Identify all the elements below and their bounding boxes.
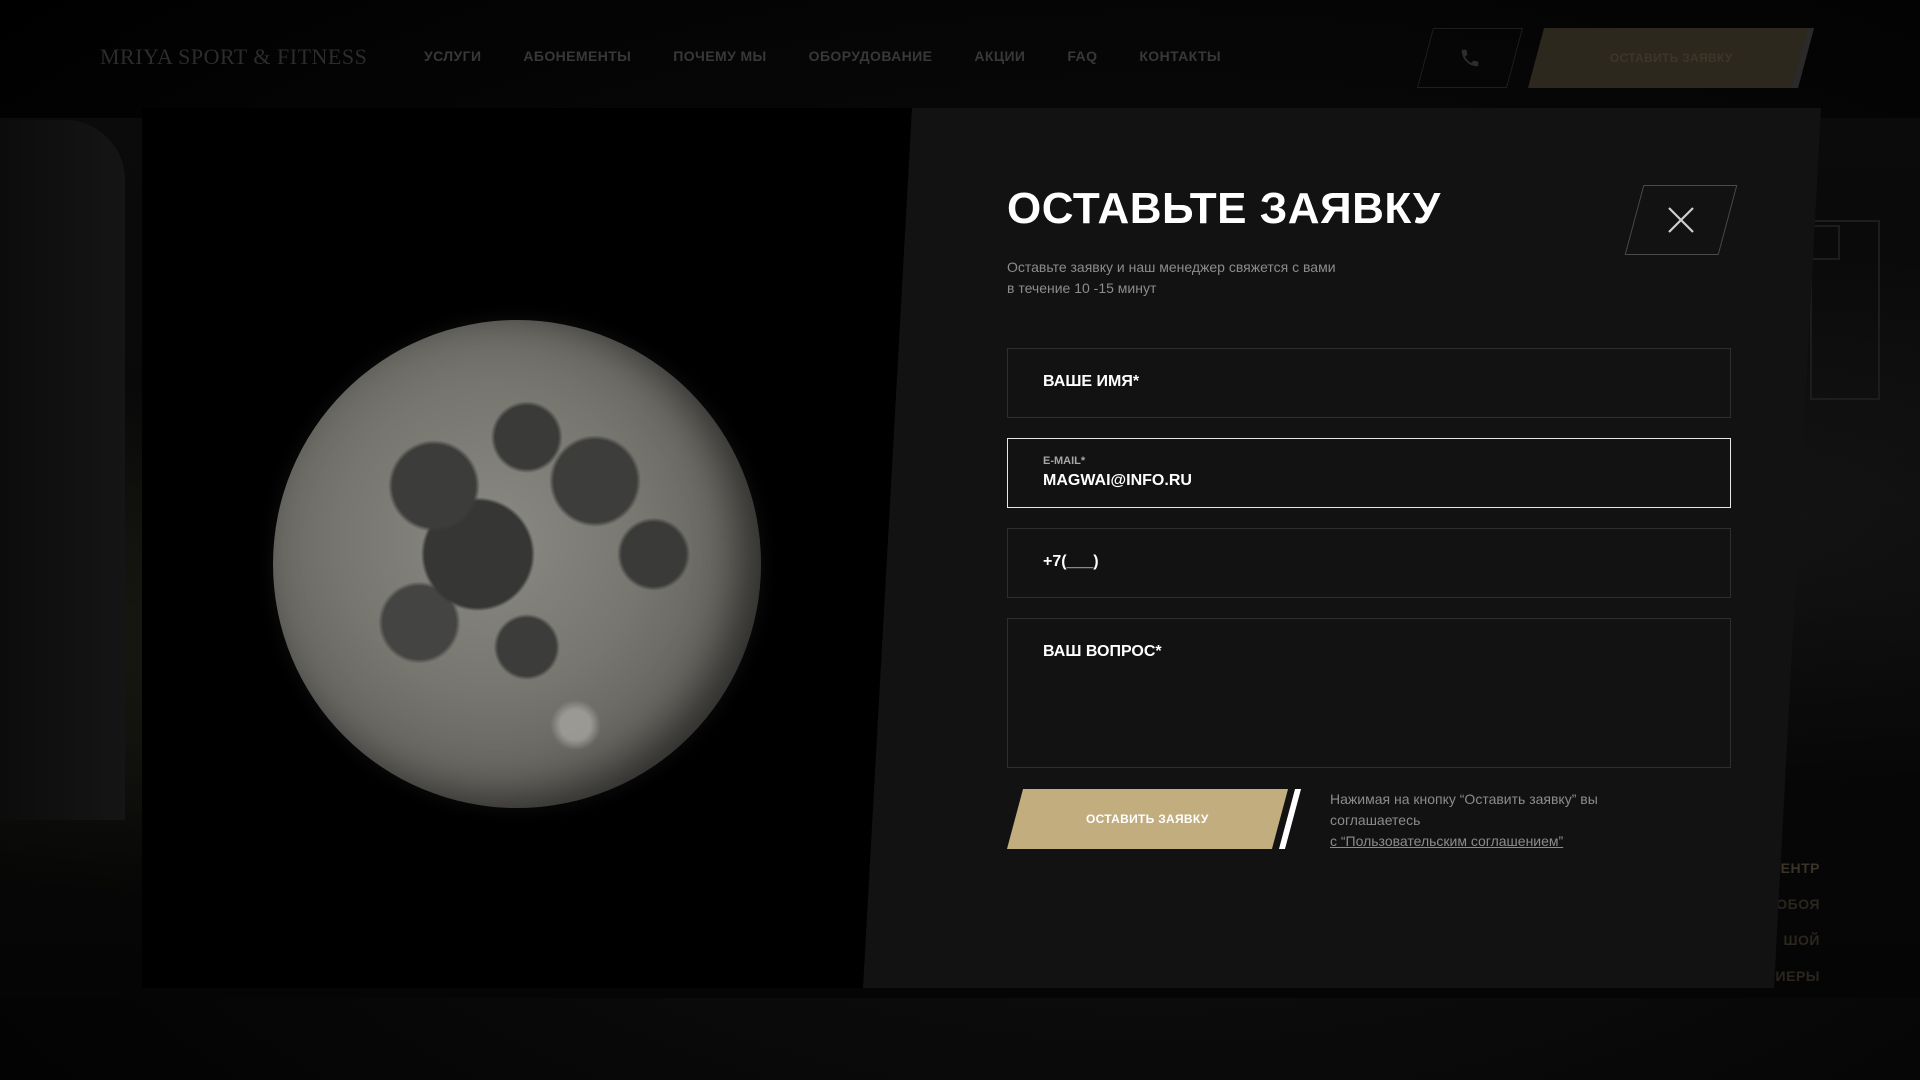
modal-image-panel: [142, 108, 942, 988]
name-placeholder: ВАШЕ ИМЯ*: [1043, 373, 1140, 390]
name-field[interactable]: ВАШЕ ИМЯ*: [1007, 348, 1731, 418]
nav-item-why-us[interactable]: ПОЧЕМУ МЫ: [673, 48, 766, 64]
question-placeholder: ВАШ ВОПРОС*: [1043, 643, 1162, 660]
modal-subtitle: Оставьте заявку и наш менеджер свяжется …: [1007, 257, 1407, 299]
modal-subtitle-line: Оставьте заявку и наш менеджер свяжется …: [1007, 259, 1336, 275]
email-field[interactable]: E-MAIL* MAGWAI@INFO.RU: [1007, 438, 1731, 508]
side-menu: ЕНТР ОБОЯ ШОЙ ИЕРЫ: [1776, 850, 1820, 994]
side-menu-item: ОБОЯ: [1776, 896, 1820, 912]
close-button[interactable]: [1624, 185, 1738, 255]
nav-item-services[interactable]: УСЛУГИ: [424, 48, 481, 64]
phone-icon: [1461, 49, 1479, 67]
side-menu-item: ИЕРЫ: [1775, 968, 1820, 984]
phone-button[interactable]: [1416, 28, 1524, 88]
modal-subtitle-line: в течение 10 -15 минут: [1007, 280, 1157, 296]
phone-placeholder: +7(___): [1043, 553, 1099, 570]
email-value: MAGWAI@INFO.RU: [1043, 472, 1192, 489]
user-agreement-link[interactable]: с “Пользовательским соглашением”: [1330, 831, 1670, 852]
header-cta-label: ОСТАВИТЬ ЗАЯВКУ: [1609, 51, 1733, 65]
nav-item-subscriptions[interactable]: АБОНЕМЕНТЫ: [523, 48, 631, 64]
moon-image: [273, 320, 761, 808]
hero-pillar: [0, 120, 125, 820]
close-icon: [1668, 207, 1694, 233]
nav-item-faq[interactable]: FAQ: [1067, 48, 1097, 64]
consent-text: Нажимая на кнопку “Оставить заявку” вы с…: [1330, 789, 1670, 852]
site-logo[interactable]: MRIYA SPORT & FITNESS: [100, 44, 367, 70]
side-menu-item: ЕНТР: [1780, 860, 1820, 876]
submit-button[interactable]: ОСТАВИТЬ ЗАЯВКУ: [1006, 789, 1289, 849]
header-cta-button[interactable]: ОСТАВИТЬ ЗАЯВКУ: [1527, 28, 1815, 88]
nav-item-promotions[interactable]: АКЦИИ: [974, 48, 1025, 64]
nav-item-equipment[interactable]: ОБОРУДОВАНИЕ: [809, 48, 933, 64]
email-label: E-MAIL*: [1043, 455, 1086, 467]
consent-label: Нажимая на кнопку “Оставить заявку” вы с…: [1330, 791, 1598, 828]
question-field[interactable]: ВАШ ВОПРОС*: [1007, 618, 1731, 768]
nav-item-contacts[interactable]: КОНТАКТЫ: [1139, 48, 1221, 64]
modal-title: ОСТАВЬТЕ ЗАЯВКУ: [1007, 184, 1441, 233]
side-menu-item: ШОЙ: [1783, 932, 1820, 948]
main-nav: УСЛУГИ АБОНЕМЕНТЫ ПОЧЕМУ МЫ ОБОРУДОВАНИЕ…: [424, 48, 1221, 64]
submit-label: ОСТАВИТЬ ЗАЯВКУ: [1086, 812, 1209, 826]
phone-field[interactable]: +7(___): [1007, 528, 1731, 598]
